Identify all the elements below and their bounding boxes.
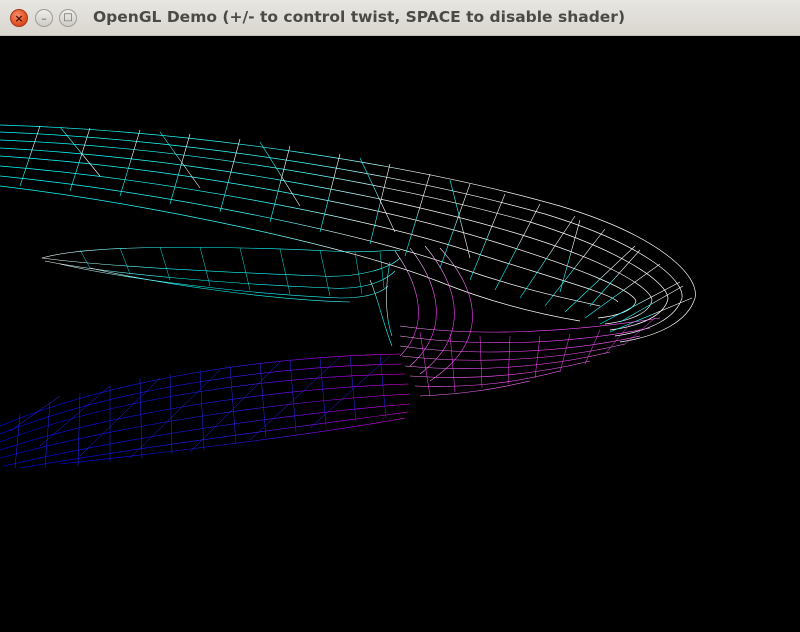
mesh-inner-ribs bbox=[79, 246, 385, 297]
window-title: OpenGL Demo (+/- to control twist, SPACE… bbox=[93, 8, 626, 26]
minimize-icon: – bbox=[41, 11, 47, 25]
mesh-upper-ribs bbox=[19, 125, 693, 333]
mesh-lower-sheet bbox=[0, 353, 411, 469]
gl-canvas[interactable] bbox=[0, 36, 800, 632]
wireframe-render bbox=[0, 124, 696, 469]
minimize-button[interactable]: – bbox=[35, 9, 53, 27]
mesh-twist-ribs bbox=[419, 317, 656, 397]
mesh-upper-band bbox=[0, 124, 696, 343]
close-icon: × bbox=[14, 11, 24, 25]
close-button[interactable]: × bbox=[10, 9, 28, 27]
title-bar[interactable]: × – □ OpenGL Demo (+/- to control twist,… bbox=[0, 0, 800, 36]
mesh-twist bbox=[394, 245, 661, 397]
maximize-icon: □ bbox=[63, 12, 73, 23]
maximize-button[interactable]: □ bbox=[59, 9, 77, 27]
app-window: × – □ OpenGL Demo (+/- to control twist,… bbox=[0, 0, 800, 632]
mesh-inner-tongue bbox=[41, 246, 401, 347]
